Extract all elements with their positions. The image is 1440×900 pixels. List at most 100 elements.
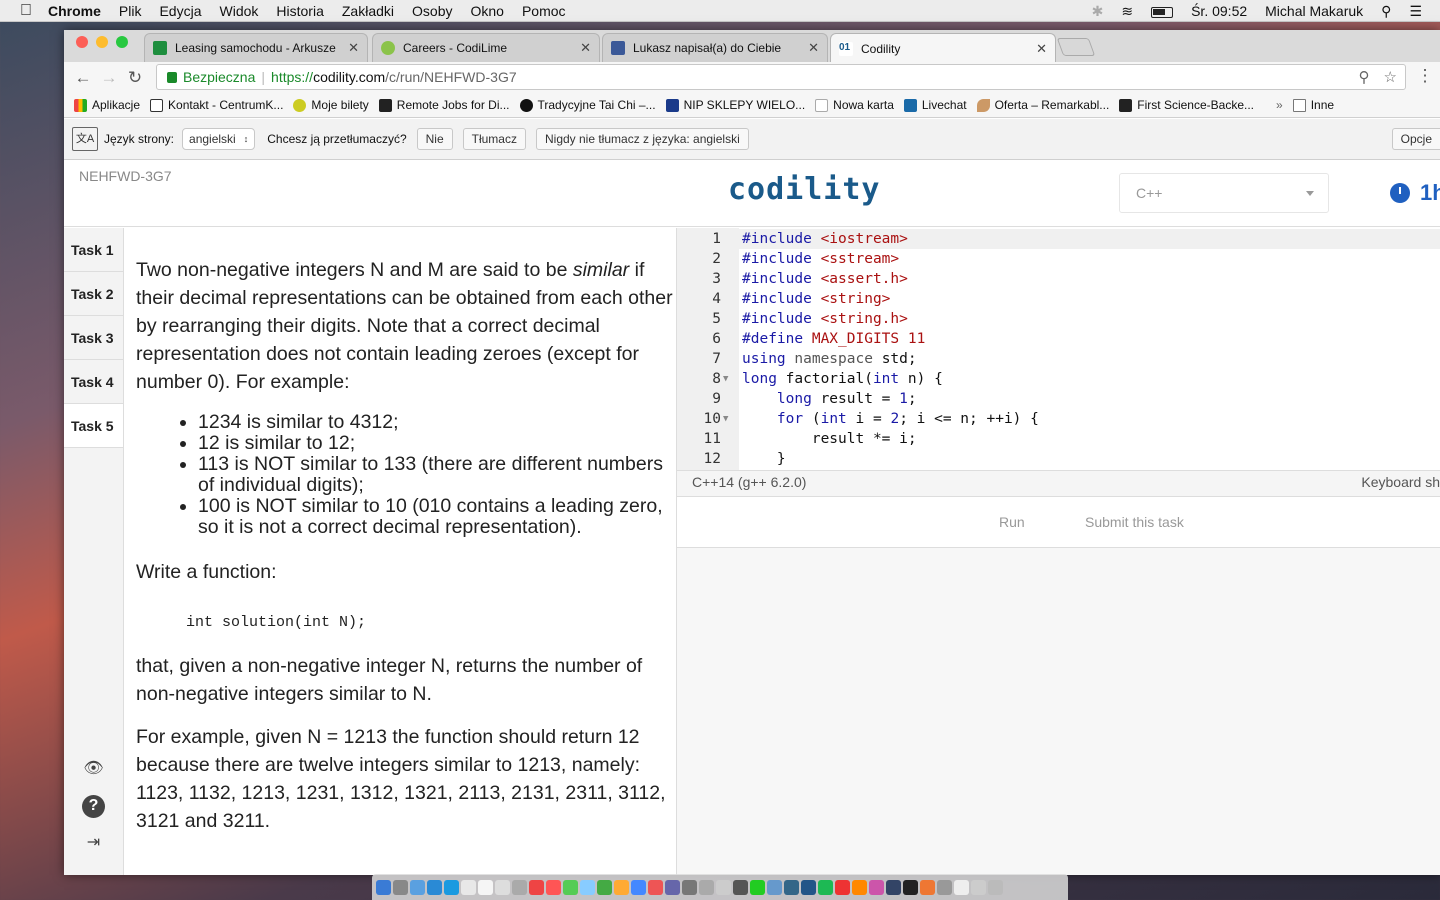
battery-icon[interactable] — [1151, 3, 1174, 19]
dock-app-icon[interactable] — [478, 879, 493, 895]
dock-app-icon[interactable] — [427, 879, 442, 895]
dock-app-icon[interactable] — [971, 879, 986, 895]
spotify-icon[interactable] — [818, 879, 833, 895]
apple-icon[interactable]:  — [20, 2, 34, 19]
bookmark-item[interactable]: Tradycyjne Tai Chi –... — [519, 98, 656, 112]
bookmark-folder-other[interactable]: Inne — [1292, 98, 1334, 112]
dock-app-icon[interactable] — [529, 879, 544, 895]
help-icon[interactable]: ? — [82, 795, 105, 818]
safari-icon[interactable] — [444, 879, 459, 895]
code-line[interactable]: 6 #define MAX_DIGITS 11 — [677, 329, 1440, 349]
bookmark-star-icon[interactable]: ☆ — [1384, 68, 1397, 86]
close-tab-icon[interactable]: ✕ — [1036, 41, 1047, 57]
bookmark-item[interactable]: Livechat — [903, 98, 967, 112]
dock-app-icon[interactable] — [886, 879, 901, 895]
app-store-icon[interactable] — [410, 879, 425, 895]
close-window-button[interactable] — [76, 36, 88, 48]
address-bar[interactable]: Bezpieczna | https:// codility.com /c/ru… — [156, 64, 1406, 90]
bookmarks-overflow-chevron-icon[interactable]: » — [1276, 98, 1283, 112]
code-line[interactable]: 10 ▼ for (int i = 2; i <= n; ++i) { — [677, 409, 1440, 429]
tab-careers[interactable]: Careers - CodiLime ✕ — [372, 33, 600, 62]
numbers-icon[interactable] — [597, 879, 612, 895]
dock-app-icon[interactable] — [563, 879, 578, 895]
menu-app-name[interactable]: Chrome — [48, 3, 101, 19]
menu-zakladki[interactable]: Zakładki — [342, 3, 394, 19]
translate-button[interactable]: Tłumacz — [462, 128, 526, 150]
never-translate-button[interactable]: Nigdy nie tłumacz z języka: angielski — [535, 128, 749, 150]
task-tab-2[interactable]: Task 2 — [64, 272, 123, 316]
code-line[interactable]: 7 using namespace std; — [677, 349, 1440, 369]
bookmark-item[interactable]: Kontakt - CentrumK... — [150, 98, 283, 112]
chrome-menu-icon[interactable]: ⋮ — [1412, 66, 1438, 86]
dock-app-icon[interactable] — [801, 879, 816, 895]
submit-task-button[interactable]: Submit this task — [1085, 514, 1184, 530]
dock-app-icon[interactable] — [614, 879, 629, 895]
bookmark-item[interactable]: Nowa karta — [815, 98, 894, 112]
keyboard-shortcuts-link[interactable]: Keyboard sh — [1361, 474, 1440, 490]
dock-app-icon[interactable] — [495, 879, 510, 895]
bookmark-item[interactable]: Oferta – Remarkabl... — [976, 98, 1109, 112]
run-button[interactable]: Run — [999, 514, 1025, 530]
menu-osoby[interactable]: Osoby — [412, 3, 452, 19]
menu-historia[interactable]: Historia — [276, 3, 323, 19]
bookmark-item[interactable]: NIP SKLEPY WIELO... — [665, 98, 805, 112]
new-tab-button[interactable] — [1056, 38, 1096, 56]
code-line[interactable]: 3 #include <assert.h> — [677, 269, 1440, 289]
menu-pomoc[interactable]: Pomoc — [522, 3, 566, 19]
page-language-select[interactable]: angielski ↕ — [182, 128, 256, 150]
dock-app-icon[interactable] — [665, 879, 680, 895]
task-tab-5[interactable]: Task 5 — [64, 404, 123, 448]
code-line[interactable]: 9 long result = 1; — [677, 389, 1440, 409]
task-tab-3[interactable]: Task 3 — [64, 316, 123, 360]
code-line[interactable]: 5 #include <string.h> — [677, 309, 1440, 329]
dock-app-icon[interactable] — [750, 879, 765, 895]
notification-center-icon[interactable]: ☰ — [1409, 3, 1422, 20]
exit-icon[interactable]: ⇥ — [82, 832, 105, 855]
code-line[interactable]: 2 #include <sstream> — [677, 249, 1440, 269]
menu-okno[interactable]: Okno — [470, 3, 503, 19]
terminal-icon[interactable] — [903, 879, 918, 895]
menubar-clock[interactable]: Śr. 09:52 — [1191, 3, 1247, 19]
close-tab-icon[interactable]: ✕ — [348, 40, 359, 56]
bookmark-item[interactable]: Remote Jobs for Di... — [378, 98, 510, 112]
task-tab-1[interactable]: Task 1 — [64, 228, 123, 272]
launchpad-icon[interactable] — [393, 879, 408, 895]
menu-plik[interactable]: Plik — [119, 3, 142, 19]
close-tab-icon[interactable]: ✕ — [808, 40, 819, 56]
dock-app-icon[interactable] — [631, 879, 646, 895]
eye-hide-icon[interactable]: 👁 — [82, 758, 105, 781]
fold-arrow-icon[interactable]: ▼ — [723, 409, 733, 429]
calendar-icon[interactable] — [546, 879, 561, 895]
dock-app-icon[interactable] — [699, 879, 714, 895]
menu-edycja[interactable]: Edycja — [159, 3, 201, 19]
tab-leasing[interactable]: Leasing samochodu - Arkusze ✕ — [144, 33, 368, 62]
code-line[interactable]: 1 #include <iostream> — [677, 229, 1440, 249]
vlc-icon[interactable] — [852, 879, 867, 895]
dock-app-icon[interactable] — [580, 879, 595, 895]
forward-arrow-icon[interactable]: → — [96, 68, 122, 88]
tab-codility[interactable]: 01 Codility ✕ — [830, 33, 1056, 63]
dock-app-icon[interactable] — [648, 879, 663, 895]
back-arrow-icon[interactable]: ← — [70, 68, 96, 88]
dock-app-icon[interactable] — [733, 879, 748, 895]
close-tab-icon[interactable]: ✕ — [580, 40, 591, 56]
dock-app-icon[interactable] — [784, 879, 799, 895]
fold-arrow-icon[interactable]: ▼ — [723, 369, 733, 389]
bookmark-item[interactable]: First Science-Backe... — [1119, 98, 1254, 112]
code-line[interactable]: 4 #include <string> — [677, 289, 1440, 309]
code-line[interactable]: 12 } — [677, 449, 1440, 469]
task-tab-4[interactable]: Task 4 — [64, 360, 123, 404]
code-line[interactable]: 11 result *= i; — [677, 429, 1440, 449]
dock-app-icon[interactable] — [920, 879, 935, 895]
dock-app-icon[interactable] — [682, 879, 697, 895]
menubar-user[interactable]: Michal Makaruk — [1265, 3, 1363, 19]
trash-icon[interactable] — [988, 879, 1003, 895]
reload-icon[interactable]: ↻ — [122, 68, 148, 88]
translate-options-button[interactable]: Opcje — [1391, 128, 1440, 150]
language-select[interactable]: C++ — [1119, 173, 1329, 213]
dock-app-icon[interactable] — [937, 879, 952, 895]
bookmark-item[interactable]: Moje bilety — [293, 98, 369, 112]
documents-folder-icon[interactable] — [954, 879, 969, 895]
no-translate-button[interactable]: Nie — [416, 128, 453, 150]
dock-app-icon[interactable] — [461, 879, 476, 895]
